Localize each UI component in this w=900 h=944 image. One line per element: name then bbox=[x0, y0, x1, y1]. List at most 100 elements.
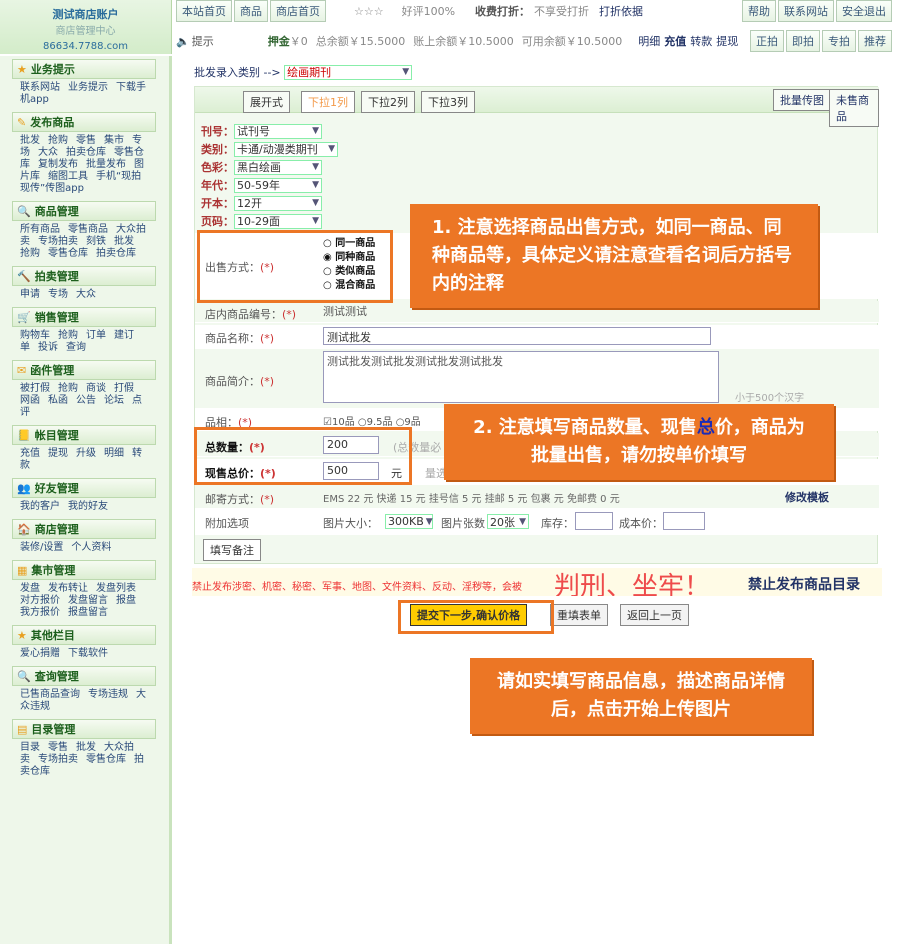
tip-label[interactable]: 提示 bbox=[192, 33, 214, 49]
sidebar-item[interactable]: 商谈 bbox=[86, 383, 106, 394]
sidebar-item[interactable]: 我的好友 bbox=[68, 501, 108, 512]
sidebar-item[interactable]: 目录 bbox=[20, 742, 40, 753]
batch-upload-button[interactable]: 批量传图 bbox=[773, 89, 831, 111]
cost-input[interactable] bbox=[663, 512, 705, 530]
nav-shop-home[interactable]: 商店首页 bbox=[270, 0, 326, 22]
sidebar-section-header[interactable]: 🔍 查询管理 bbox=[12, 666, 156, 686]
sidebar-section-header[interactable]: ✉ 函件管理 bbox=[12, 360, 156, 380]
sidebar-item[interactable]: 报盘留言 bbox=[68, 607, 108, 618]
auction-tab-normal[interactable]: 正拍 bbox=[750, 30, 784, 52]
sidebar-item[interactable]: 已售商品查询 bbox=[20, 689, 80, 700]
sidebar-item[interactable]: 抢购 bbox=[48, 135, 68, 146]
transfer-link[interactable]: 转款 bbox=[690, 33, 712, 49]
sidebar-item[interactable]: 论坛 bbox=[104, 395, 124, 406]
sidebar-item[interactable]: 专场拍卖 bbox=[38, 236, 78, 247]
sidebar-item[interactable]: 明细 bbox=[104, 448, 124, 459]
sidebar-item[interactable]: 发布转让 bbox=[48, 583, 88, 594]
sidebar-item[interactable]: 充值 bbox=[20, 448, 40, 459]
sidebar-item[interactable]: 刻铁 bbox=[86, 236, 106, 247]
sidebar-item[interactable]: 联系网站 bbox=[20, 82, 60, 93]
sidebar-item[interactable]: 发盘列表 bbox=[96, 583, 136, 594]
sidebar-item[interactable]: 批发 bbox=[114, 236, 134, 247]
product-attr-select[interactable]: 12开 ▼ bbox=[234, 195, 322, 211]
auction-tab-instant[interactable]: 即拍 bbox=[786, 30, 820, 52]
withdraw-link[interactable]: 提现 bbox=[716, 33, 738, 49]
logo[interactable]: 测试商店账户 商店管理中心 86634.7788.com bbox=[0, 0, 172, 54]
grade-options[interactable]: ☑10品 ○9.5品 ○9品 bbox=[323, 413, 421, 428]
product-attr-select[interactable]: 卡通/动漫类期刊 ▼ bbox=[234, 141, 338, 157]
nav-goods[interactable]: 商品 bbox=[234, 0, 268, 22]
sidebar-item[interactable]: 查询 bbox=[66, 342, 86, 353]
sidebar-item[interactable]: 零售 bbox=[48, 742, 68, 753]
sidebar-item[interactable]: 零售仓库 bbox=[48, 248, 88, 259]
sidebar-item[interactable]: 批发 bbox=[20, 135, 40, 146]
sidebar-item[interactable]: 拍卖仓库 bbox=[96, 248, 136, 259]
sidebar-item[interactable]: 集市 bbox=[104, 135, 124, 146]
note-button[interactable]: 填写备注 bbox=[203, 539, 261, 561]
sidebar-section-header[interactable]: ▤ 目录管理 bbox=[12, 719, 156, 739]
sidebar-item[interactable]: 私函 bbox=[48, 395, 68, 406]
sidebar-item[interactable]: 升级 bbox=[76, 448, 96, 459]
mail-template-link[interactable]: 修改模板 bbox=[785, 489, 829, 505]
product-attr-select[interactable]: 黑白绘画 ▼ bbox=[234, 159, 322, 175]
sidebar-item[interactable]: 投诉 bbox=[38, 342, 58, 353]
sidebar-section-header[interactable]: ★ 业务提示 bbox=[12, 59, 156, 79]
sidebar-item[interactable]: 大众 bbox=[38, 147, 58, 158]
product-attr-select[interactable]: 10-29面 ▼ bbox=[234, 213, 322, 229]
sidebar-item[interactable]: 对方报价 bbox=[20, 595, 60, 606]
sidebar-section-header[interactable]: ★ 其他栏目 bbox=[12, 625, 156, 645]
sidebar-item[interactable]: 网函 bbox=[20, 395, 40, 406]
detail-link[interactable]: 明细 bbox=[638, 33, 660, 49]
help-link[interactable]: 帮助 bbox=[742, 0, 776, 22]
forbidden-list-link[interactable]: 禁止发布商品目录 bbox=[748, 574, 860, 594]
sidebar-section-header[interactable]: 👥 好友管理 bbox=[12, 478, 156, 498]
sidebar-item[interactable]: 我方报价 bbox=[20, 607, 60, 618]
sidebar-item[interactable]: 公告 bbox=[76, 395, 96, 406]
sidebar-item[interactable]: 零售 bbox=[76, 135, 96, 146]
sidebar-item[interactable]: 所有商品 bbox=[20, 224, 60, 235]
sidebar-section-header[interactable]: 🛒 销售管理 bbox=[12, 307, 156, 327]
sidebar-section-header[interactable]: ✎ 发布商品 bbox=[12, 112, 156, 132]
nav-home[interactable]: 本站首页 bbox=[176, 0, 232, 22]
sidebar-item[interactable]: 批量发布 bbox=[86, 159, 126, 170]
category-select[interactable]: 绘画期刊 ▼ bbox=[284, 64, 413, 80]
name-input[interactable]: 测试批发 bbox=[323, 327, 711, 345]
sidebar-item[interactable]: 我的客户 bbox=[20, 501, 60, 512]
sidebar-item[interactable]: 申请 bbox=[20, 289, 40, 300]
sidebar-item[interactable]: 缩图工具 bbox=[48, 171, 88, 182]
sidebar-item[interactable]: 装修/设置 bbox=[20, 542, 63, 553]
sidebar-item[interactable]: 购物车 bbox=[20, 330, 50, 341]
shop-code-value[interactable]: 测试测试 bbox=[323, 303, 367, 319]
sidebar-item[interactable]: 个人资料 bbox=[71, 542, 111, 553]
pic-count-select[interactable]: 20张 ▼ bbox=[487, 514, 529, 529]
sidebar-item[interactable]: 拍卖仓库 bbox=[66, 147, 106, 158]
sidebar-item[interactable]: 专场拍卖 bbox=[38, 754, 78, 765]
sidebar-item[interactable]: 提现 bbox=[48, 448, 68, 459]
sidebar-item[interactable]: 专场违规 bbox=[88, 689, 128, 700]
product-attr-select[interactable]: 50-59年 ▼ bbox=[234, 177, 322, 193]
sidebar-item[interactable]: 被打假 bbox=[20, 383, 50, 394]
sidebar-item[interactable]: 零售仓库 bbox=[86, 754, 126, 765]
back-button[interactable]: 返回上一页 bbox=[620, 604, 689, 626]
sidebar-item[interactable]: 大众 bbox=[76, 289, 96, 300]
sidebar-section-header[interactable]: 🏠 商店管理 bbox=[12, 519, 156, 539]
tab-expand[interactable]: 展开式 bbox=[243, 91, 290, 113]
fee-link[interactable]: 打折依据 bbox=[599, 3, 643, 19]
sidebar-section-header[interactable]: 📒 帐目管理 bbox=[12, 425, 156, 445]
pic-size-select[interactable]: 300KB ▼ bbox=[385, 514, 433, 529]
recharge-link[interactable]: 充值 bbox=[664, 33, 686, 49]
reset-form-button[interactable]: 重填表单 bbox=[550, 604, 608, 626]
tab-dropdown-1[interactable]: 下拉1列 bbox=[301, 91, 355, 113]
logout-link[interactable]: 安全退出 bbox=[836, 0, 892, 22]
sidebar-item[interactable]: 业务提示 bbox=[68, 82, 108, 93]
sidebar-item[interactable]: 报盘 bbox=[116, 595, 136, 606]
auction-tab-recommend[interactable]: 推荐 bbox=[858, 30, 892, 52]
tab-dropdown-3[interactable]: 下拉3列 bbox=[421, 91, 475, 113]
desc-textarea[interactable]: 测试批发测试批发测试批发测试批发 bbox=[323, 351, 719, 403]
sidebar-item[interactable]: 爱心捐赠 bbox=[20, 648, 60, 659]
stock-input[interactable] bbox=[575, 512, 613, 530]
sidebar-item[interactable]: 下载软件 bbox=[68, 648, 108, 659]
sidebar-item[interactable]: 批发 bbox=[76, 742, 96, 753]
sidebar-item[interactable]: 订单 bbox=[86, 330, 106, 341]
sidebar-item[interactable]: 抢购 bbox=[20, 248, 40, 259]
